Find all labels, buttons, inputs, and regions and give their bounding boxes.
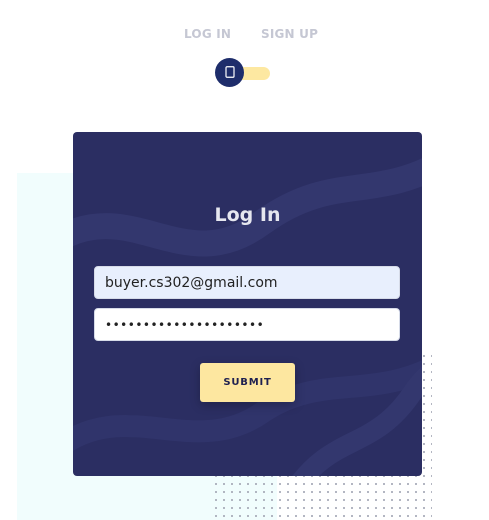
login-page: LOG IN SIGN UP Log In SUBMIT (0, 0, 489, 520)
email-field[interactable] (94, 266, 400, 299)
tab-log-in[interactable]: LOG IN (184, 27, 231, 41)
password-field[interactable] (94, 308, 400, 341)
login-card: Log In SUBMIT (73, 132, 422, 476)
submit-button[interactable]: SUBMIT (200, 363, 295, 402)
card-wave-decoration (73, 158, 422, 476)
phone-icon (224, 63, 235, 82)
card-title: Log In (214, 204, 281, 226)
toggle-knob (215, 58, 244, 87)
login-signup-toggle[interactable] (215, 58, 273, 88)
tab-sign-up[interactable]: SIGN UP (261, 27, 318, 41)
auth-tabs: LOG IN SIGN UP (0, 27, 489, 45)
